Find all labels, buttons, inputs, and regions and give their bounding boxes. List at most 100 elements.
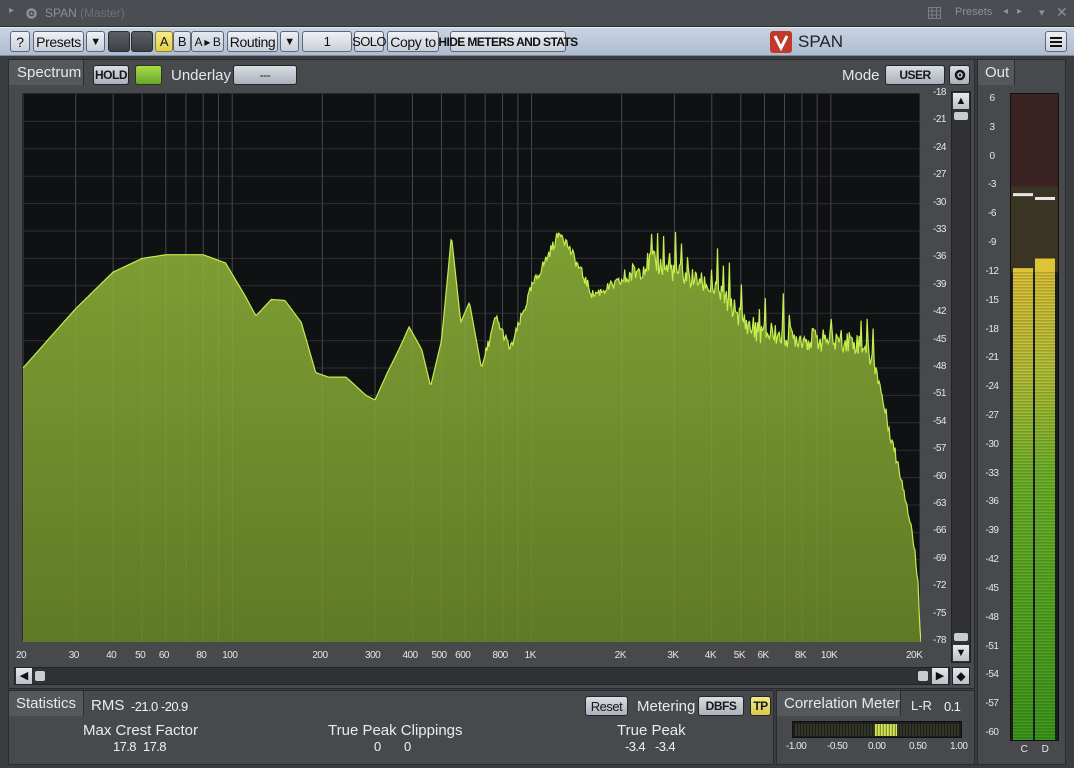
copy-to-button[interactable]: Copy to xyxy=(387,31,439,52)
out-scale-label: -42 xyxy=(985,554,999,566)
scroll-left-icon[interactable]: ◀ xyxy=(16,668,32,684)
ab-a-button[interactable]: A xyxy=(155,31,173,52)
out-scale-label: -36 xyxy=(985,496,999,508)
reset-button[interactable]: Reset xyxy=(585,696,628,716)
db-label: -27 xyxy=(933,169,946,181)
db-label: -48 xyxy=(933,361,946,372)
toolbar: ? Presets ▼ A B A ▸ B Routing ▼ 1 SOLO C… xyxy=(0,27,1074,56)
out-scale-label: -9 xyxy=(988,237,996,249)
voxengo-logo-icon xyxy=(770,31,792,53)
hscroll-handle-right[interactable] xyxy=(918,671,928,681)
scroll-up-icon[interactable]: ▲ xyxy=(953,93,969,109)
frequency-label: 5K xyxy=(733,650,746,661)
frequency-label: 10K xyxy=(820,650,838,661)
hide-meters-button[interactable]: HIDE METERS AND STATS xyxy=(438,31,578,52)
horizontal-scrollbar[interactable]: ◀ ▶ xyxy=(14,667,950,685)
db-label: -66 xyxy=(933,525,946,537)
ab-b-button[interactable]: B xyxy=(173,31,191,52)
db-label: -75 xyxy=(933,607,946,619)
close-icon[interactable]: ✕ xyxy=(1056,4,1068,21)
db-label: -42 xyxy=(933,306,946,318)
reset-zoom-icon[interactable]: ◆ xyxy=(952,667,970,685)
scroll-down-icon[interactable]: ▼ xyxy=(953,645,969,661)
frequency-label: 600 xyxy=(455,650,471,661)
presets-dropdown-icon[interactable]: ▼ xyxy=(86,31,105,52)
frequency-label: 300 xyxy=(365,650,381,661)
underlay-selector[interactable]: --- xyxy=(233,65,297,85)
out-scale-label: -12 xyxy=(985,265,999,277)
frequency-label: 20K xyxy=(906,650,923,661)
db-label: -60 xyxy=(933,470,946,482)
routing-button[interactable]: Routing xyxy=(227,31,278,52)
db-scale: -18 -21 -24 -27 -30 -33 -36 -39 -42 -45 -48 -51 -54 -… xyxy=(924,87,952,646)
true-peak-right-value: -3.4 xyxy=(655,739,676,754)
hold-toggle[interactable] xyxy=(135,65,162,85)
out-scale-label: 3 xyxy=(989,121,995,133)
correlation-track xyxy=(795,724,959,736)
frequency-label: 200 xyxy=(312,650,328,661)
window-subtitle: (Master) xyxy=(80,6,125,20)
out-scale-label: -15 xyxy=(985,294,999,306)
menu-icon[interactable] xyxy=(1045,31,1067,52)
correlation-mode[interactable]: L-R xyxy=(911,698,932,713)
rms-left-value: -21.0 xyxy=(131,699,158,714)
true-peak-toggle[interactable]: TP xyxy=(750,696,771,716)
prev-preset-icon[interactable]: ◂ xyxy=(1003,6,1008,17)
pin-icon[interactable]: ▾ xyxy=(1039,6,1045,19)
spectrum-title: Spectrum xyxy=(17,64,82,81)
hscroll-handle-left[interactable] xyxy=(35,671,45,681)
db-label: -78 xyxy=(933,635,946,646)
out-scale-label: -48 xyxy=(985,611,999,623)
help-button[interactable]: ? xyxy=(10,31,30,52)
db-label: -33 xyxy=(933,224,946,235)
mode-selector[interactable]: USER xyxy=(885,65,945,85)
underlay-label: Underlay xyxy=(171,67,232,84)
out-scale-label: -18 xyxy=(985,323,999,335)
correlation-scale-label: -1.00 xyxy=(786,741,807,752)
collapse-arrow-icon[interactable]: ▸ xyxy=(9,5,14,16)
db-label: -45 xyxy=(933,333,946,345)
frequency-label: 20 xyxy=(16,650,27,661)
presets-label[interactable]: Presets xyxy=(955,6,992,18)
undo-button[interactable] xyxy=(108,31,130,52)
frequency-label: 80 xyxy=(196,650,207,661)
vscroll-handle-top[interactable] xyxy=(954,112,968,120)
meter-peak-marker xyxy=(1013,193,1033,197)
presets-button[interactable]: Presets xyxy=(33,31,84,52)
grid-icon[interactable] xyxy=(928,7,941,19)
meter-peak-marker xyxy=(1035,196,1055,200)
scroll-right-icon[interactable]: ▶ xyxy=(932,668,948,684)
correlation-scale-label: -0.50 xyxy=(827,741,848,752)
out-meter-bars xyxy=(1011,94,1058,740)
frequency-label: 1K xyxy=(524,650,537,661)
spectrum-graph xyxy=(23,94,921,642)
frequency-scale: 20 30 40 50 60 80 100 200 300 400 500 600 800 1K 2K 3K 4… xyxy=(16,650,923,664)
solo-button[interactable]: SOLO xyxy=(352,31,386,52)
vscroll-handle-bottom[interactable] xyxy=(954,633,968,641)
vertical-scrollbar[interactable]: ▲ ▼ xyxy=(951,91,971,663)
correlation-scale-label: 0.00 xyxy=(868,741,886,752)
true-peak-label: True Peak xyxy=(617,722,686,739)
spectrum-plot[interactable] xyxy=(22,93,921,642)
metering-selector[interactable]: DBFS xyxy=(698,696,744,716)
crest-left-value: 17.8 xyxy=(113,739,137,754)
hold-button[interactable]: HOLD xyxy=(93,65,129,85)
out-scale-label: -39 xyxy=(985,525,999,537)
a-to-b-button[interactable]: A ▸ B xyxy=(191,31,224,52)
next-preset-icon[interactable]: ▸ xyxy=(1017,6,1022,17)
settings-icon[interactable] xyxy=(949,65,970,85)
channel-selector[interactable]: 1 xyxy=(302,31,352,52)
out-scale-label: 6 xyxy=(989,93,995,104)
gear-icon[interactable] xyxy=(24,6,39,21)
routing-dropdown-icon[interactable]: ▼ xyxy=(280,31,299,52)
frequency-label: 4K xyxy=(704,650,717,661)
clippings-left-value: 0 xyxy=(374,739,381,754)
window-title: SPAN xyxy=(45,6,77,20)
redo-button[interactable] xyxy=(131,31,153,52)
db-label: -51 xyxy=(933,388,946,400)
crest-factor-label: Max Crest Factor xyxy=(83,722,199,739)
frequency-label: 2K xyxy=(614,650,627,661)
out-scale-label: -21 xyxy=(985,352,999,364)
out-scale-label: 0 xyxy=(989,150,995,162)
frequency-label: 8K xyxy=(794,650,807,661)
